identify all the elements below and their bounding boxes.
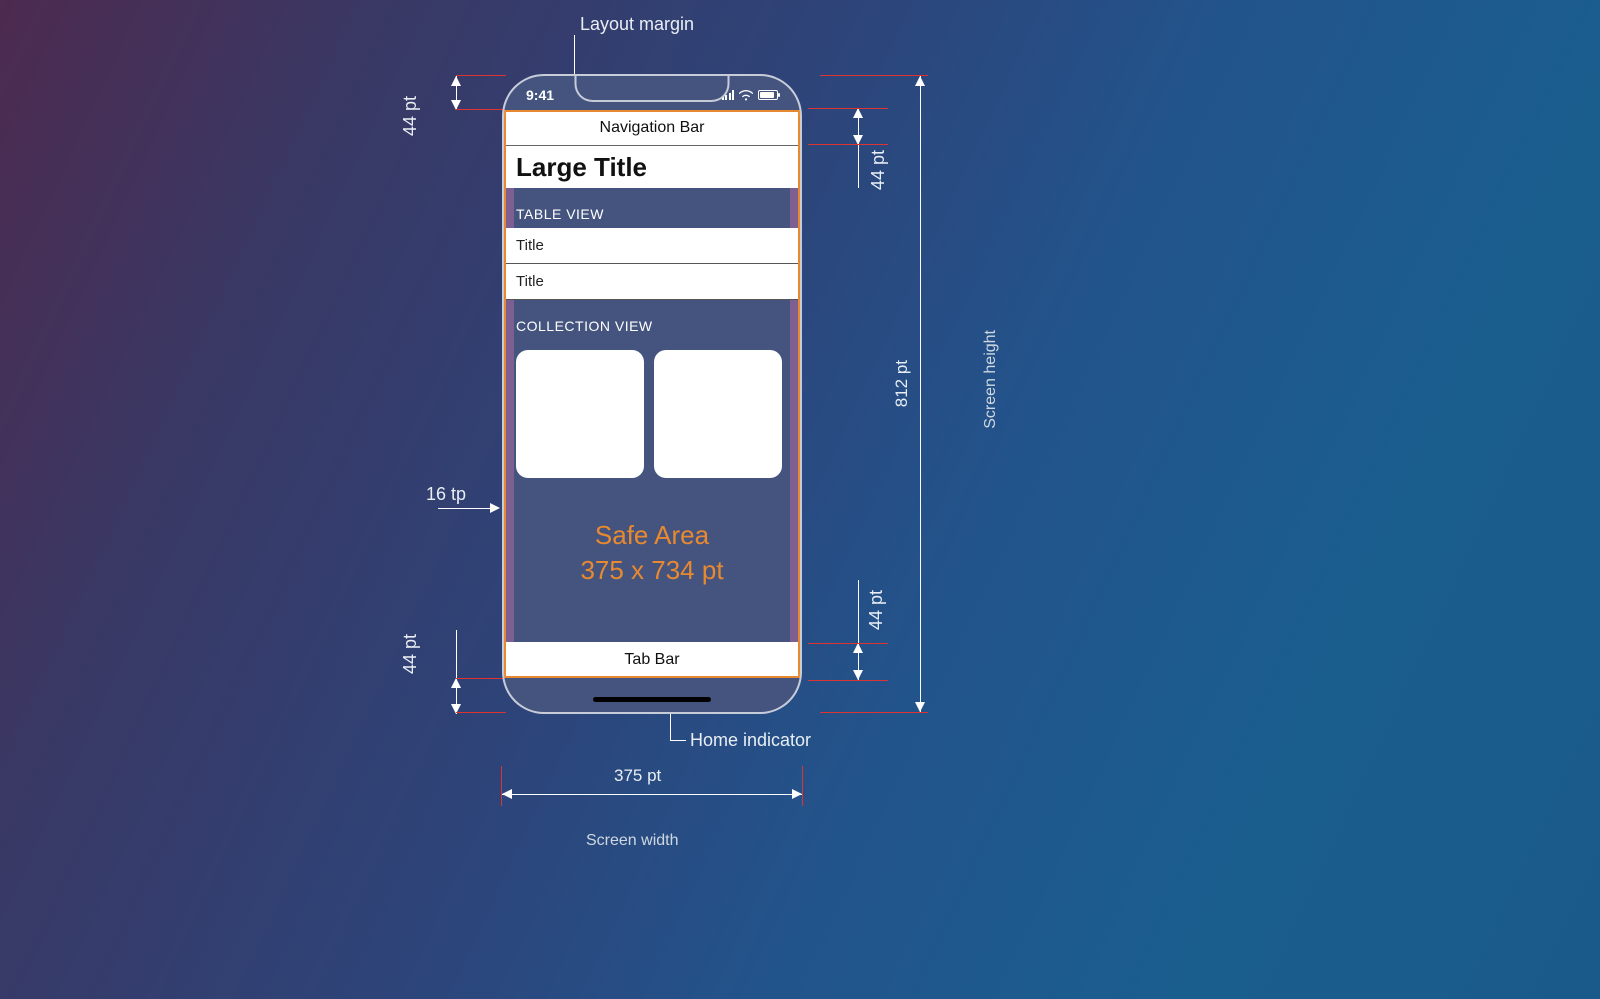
- collection-row: [504, 340, 800, 478]
- home-indicator-label: Home indicator: [690, 730, 811, 751]
- leader-line: [574, 35, 575, 77]
- leader-line: [670, 712, 671, 740]
- safe-area-label: Safe Area 375 x 734 pt: [504, 518, 800, 588]
- dimension-tick: [501, 766, 502, 806]
- arrowhead-icon: [451, 76, 461, 86]
- safe-area: Navigation Bar Large Title TABLE VIEW Ti…: [504, 110, 800, 678]
- safe-area-text-2: 375 x 734 pt: [504, 553, 800, 588]
- notch: [575, 74, 730, 102]
- collectionview-header: COLLECTION VIEW: [504, 300, 800, 340]
- dimension-tick: [456, 75, 506, 76]
- navigation-bar[interactable]: Navigation Bar: [504, 110, 800, 146]
- dimension-tick: [456, 678, 506, 679]
- navigation-bar-label: Navigation Bar: [600, 119, 705, 137]
- dimension-line: [858, 108, 859, 188]
- margin-width-label: 16 tp: [426, 484, 466, 505]
- tabbar-height-label: 44 pt: [866, 590, 887, 630]
- arrowhead-icon: [853, 670, 863, 680]
- dimension-tick: [820, 712, 928, 713]
- wifi-icon: [739, 90, 753, 101]
- tab-bar[interactable]: Tab Bar: [504, 642, 800, 678]
- leader-line: [670, 740, 686, 741]
- arrowhead-icon: [853, 643, 863, 653]
- table-row[interactable]: Title: [504, 228, 800, 264]
- cell-title: Title: [516, 237, 544, 254]
- dimension-line: [858, 580, 859, 680]
- arrowhead-icon: [915, 702, 925, 712]
- battery-icon: [758, 90, 778, 100]
- screen-height-value-label: 812 pt: [892, 360, 912, 407]
- home-indicator-height-label: 44 pt: [400, 634, 421, 674]
- layout-margin-label: Layout margin: [580, 14, 694, 35]
- collection-card[interactable]: [516, 350, 644, 478]
- arrowhead-icon: [502, 789, 512, 799]
- large-title-text: Large Title: [516, 152, 647, 183]
- screen-width-label: Screen width: [586, 832, 679, 850]
- dimension-tick: [808, 643, 888, 644]
- diagram-stage: Layout margin 44 pt 44 pt 16 tp 44 pt 44…: [0, 0, 1600, 999]
- phone-frame: 9:41 Navigation Bar Large Title TABLE VI…: [502, 74, 802, 714]
- status-time: 9:41: [526, 87, 554, 103]
- dimension-line: [920, 76, 921, 712]
- cell-title: Title: [516, 273, 544, 290]
- statusbar-height-label: 44 pt: [400, 96, 421, 136]
- navbar-height-label: 44 pt: [868, 150, 889, 190]
- collection-card[interactable]: [654, 350, 782, 478]
- dimension-tick: [808, 144, 888, 145]
- arrowhead-icon: [490, 503, 500, 513]
- tab-bar-label: Tab Bar: [624, 651, 679, 669]
- dimension-tick: [802, 766, 803, 806]
- safe-area-text-1: Safe Area: [504, 518, 800, 553]
- tableview-header: TABLE VIEW: [504, 188, 800, 228]
- home-indicator[interactable]: [593, 697, 711, 702]
- dimension-line: [456, 630, 457, 714]
- table-row[interactable]: Title: [504, 264, 800, 300]
- large-title: Large Title: [504, 146, 800, 188]
- dimension-tick: [456, 109, 506, 110]
- dimension-tick: [808, 108, 888, 109]
- status-icons: [722, 90, 779, 101]
- arrowhead-icon: [915, 76, 925, 86]
- arrowhead-icon: [792, 789, 802, 799]
- screen-height-label: Screen height: [982, 330, 1000, 429]
- dimension-tick: [808, 680, 888, 681]
- arrowhead-icon: [451, 678, 461, 688]
- dimension-tick: [456, 712, 506, 713]
- arrowhead-icon: [853, 108, 863, 118]
- dimension-tick: [820, 75, 928, 76]
- screen-width-value-label: 375 pt: [614, 766, 661, 786]
- dimension-line: [502, 794, 802, 795]
- dimension-line: [438, 508, 498, 509]
